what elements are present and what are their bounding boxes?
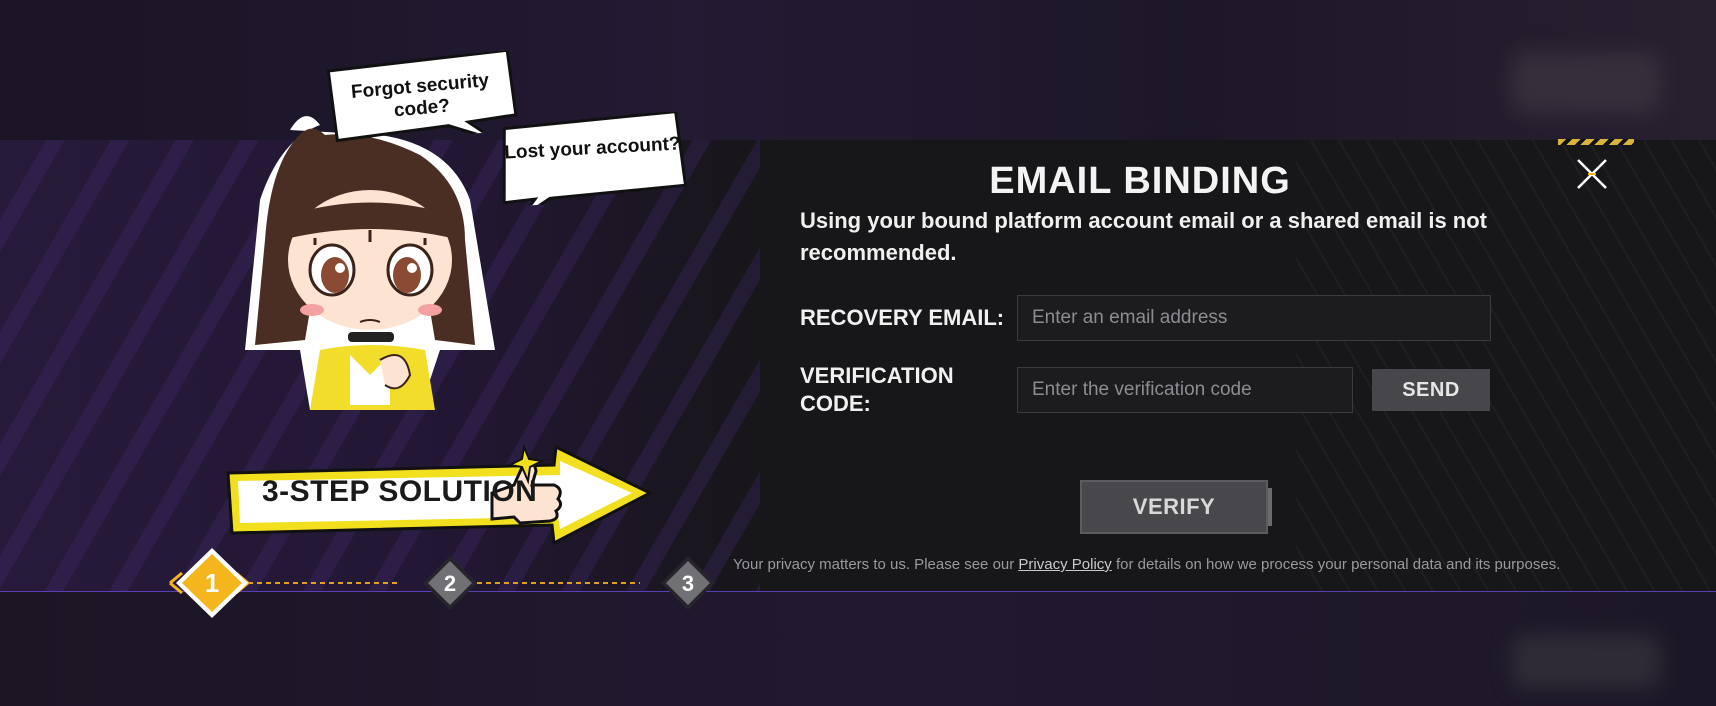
privacy-notice: Your privacy matters to us. Please see o… (733, 556, 1613, 573)
verify-button[interactable]: VERIFY (1080, 480, 1272, 534)
step-number: 3 (682, 571, 694, 596)
speech-bubble-forgot-code: Forgot security code? (323, 49, 519, 146)
privacy-prefix: Your privacy matters to us. Please see o… (733, 556, 1019, 573)
recovery-email-input[interactable] (1017, 295, 1491, 341)
dialog-title: EMAIL BINDING (989, 160, 1291, 202)
step-number: 2 (444, 571, 456, 596)
character-illustration (245, 116, 495, 410)
send-code-button[interactable]: SEND (1372, 369, 1490, 411)
blurred-button-shape (1511, 634, 1661, 689)
privacy-policy-link[interactable]: Privacy Policy (1018, 556, 1111, 573)
close-button[interactable] (1570, 152, 1614, 196)
speech-bubble-lost-account: Lost your account? (496, 111, 690, 207)
recovery-email-label: RECOVERY EMAIL: (800, 305, 1005, 330)
verification-code-input[interactable] (1017, 367, 1353, 413)
privacy-suffix: for details on how we process your perso… (1111, 556, 1561, 573)
email-notice: Using your bound platform account email … (800, 208, 1488, 265)
close-icon (1577, 159, 1607, 189)
step-number: 1 (205, 568, 219, 598)
hazard-stripe (1558, 139, 1634, 145)
banner-label: 3-STEP SOLUTION (262, 475, 538, 508)
step-progress: 1 2 3 (169, 548, 715, 618)
blurred-button-shape (1511, 52, 1661, 114)
verification-code-label: VERIFICATION CODE: (800, 363, 954, 416)
